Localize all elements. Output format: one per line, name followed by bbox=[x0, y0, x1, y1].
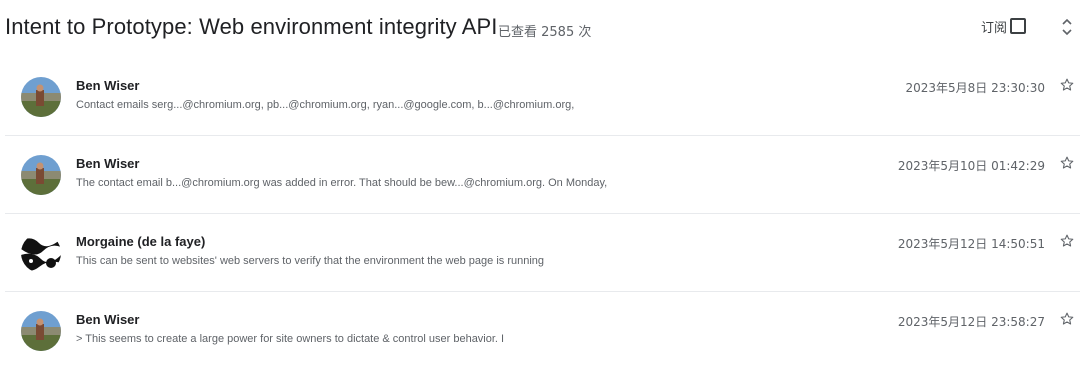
avatar[interactable] bbox=[21, 233, 61, 273]
avatar[interactable] bbox=[21, 311, 61, 351]
sender-name: Morgaine (de la faye) bbox=[76, 234, 206, 249]
expand-collapse-icon[interactable] bbox=[1058, 16, 1076, 38]
thread-header: Intent to Prototype: Web environment int… bbox=[0, 0, 1080, 56]
star-icon[interactable] bbox=[1059, 233, 1075, 249]
star-icon[interactable] bbox=[1059, 155, 1075, 171]
subscribe-label: 订阅 bbox=[981, 20, 1008, 36]
message-row[interactable]: Morgaine (de la faye) This can be sent t… bbox=[5, 214, 1080, 292]
message-row[interactable]: Ben Wiser Contact emails serg...@chromiu… bbox=[5, 58, 1080, 136]
sender-name: Ben Wiser bbox=[76, 156, 140, 171]
avatar[interactable] bbox=[21, 155, 61, 195]
message-snippet: > This seems to create a large power for… bbox=[76, 333, 505, 345]
message-snippet: This can be sent to websites' web server… bbox=[76, 255, 545, 267]
star-icon[interactable] bbox=[1059, 77, 1075, 93]
message-date: 2023年5月12日 14:50:51 bbox=[897, 237, 1045, 251]
thread-title: Intent to Prototype: Web environment int… bbox=[5, 14, 498, 39]
message-row[interactable]: Ben Wiser The contact email b...@chromiu… bbox=[5, 136, 1080, 214]
message-row[interactable]: Ben Wiser > This seems to create a large… bbox=[5, 292, 1080, 369]
avatar[interactable] bbox=[21, 77, 61, 117]
message-snippet: The contact email b...@chromium.org was … bbox=[76, 177, 608, 189]
subscribe-checkbox[interactable] bbox=[1010, 18, 1027, 34]
message-date: 2023年5月10日 01:42:29 bbox=[897, 159, 1045, 173]
view-count: 已查看 2585 次 bbox=[498, 25, 592, 40]
message-date: 2023年5月12日 23:58:27 bbox=[897, 315, 1045, 329]
star-icon[interactable] bbox=[1059, 311, 1075, 327]
sender-name: Ben Wiser bbox=[76, 78, 140, 93]
message-list: Ben Wiser Contact emails serg...@chromiu… bbox=[5, 58, 1080, 369]
subscribe-control[interactable]: 订阅 bbox=[981, 15, 1027, 37]
message-snippet: Contact emails serg...@chromium.org, pb.… bbox=[76, 99, 575, 111]
message-date: 2023年5月8日 23:30:30 bbox=[905, 81, 1045, 95]
sender-name: Ben Wiser bbox=[76, 312, 140, 327]
